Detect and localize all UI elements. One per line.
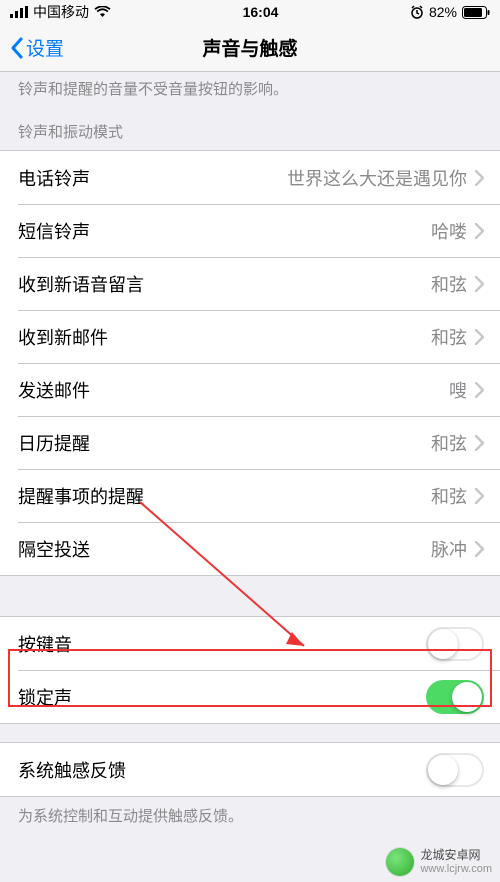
row-sent-mail[interactable]: 发送邮件 嗖 <box>0 363 500 416</box>
signal-icon <box>10 6 28 18</box>
page-title: 声音与触感 <box>0 34 500 61</box>
row-system-haptics: 系统触感反馈 <box>0 743 500 796</box>
watermark-logo <box>386 848 414 876</box>
row-label: 电话铃声 <box>18 165 90 191</box>
row-text-tone[interactable]: 短信铃声 哈喽 <box>0 204 500 257</box>
volume-note: 铃声和提醒的音量不受音量按钮的影响。 <box>0 72 500 113</box>
row-value: 脉冲 <box>431 536 467 562</box>
chevron-right-icon <box>475 541 484 557</box>
row-value: 嗖 <box>449 377 467 403</box>
carrier-label: 中国移动 <box>33 2 89 22</box>
sounds-group: 电话铃声 世界这么大还是遇见你 短信铃声 哈喽 收到新语音留言 和弦 收到新邮件… <box>0 150 500 576</box>
battery-icon <box>462 6 490 19</box>
row-label: 收到新语音留言 <box>18 271 144 297</box>
chevron-right-icon <box>475 170 484 186</box>
row-value: 和弦 <box>431 271 467 297</box>
keyboard-clicks-toggle[interactable] <box>426 627 484 661</box>
row-value: 和弦 <box>431 483 467 509</box>
row-voicemail[interactable]: 收到新语音留言 和弦 <box>0 257 500 310</box>
row-reminder[interactable]: 提醒事项的提醒 和弦 <box>0 469 500 522</box>
wifi-icon <box>94 6 111 18</box>
alarm-icon <box>410 5 424 19</box>
back-button[interactable]: 设置 <box>10 34 64 61</box>
row-airdrop[interactable]: 隔空投送 脉冲 <box>0 522 500 575</box>
back-label: 设置 <box>26 34 64 61</box>
chevron-right-icon <box>475 435 484 451</box>
row-keyboard-clicks: 按键音 <box>0 617 500 670</box>
row-value: 哈喽 <box>431 218 467 244</box>
section-header-ringer: 铃声和振动模式 <box>0 113 500 150</box>
row-label: 系统触感反馈 <box>18 757 126 783</box>
nav-bar: 设置 声音与触感 <box>0 24 500 72</box>
chevron-right-icon <box>475 276 484 292</box>
row-lock-sound: 锁定声 <box>0 670 500 723</box>
row-label: 提醒事项的提醒 <box>18 483 144 509</box>
row-label: 发送邮件 <box>18 377 90 403</box>
chevron-right-icon <box>475 382 484 398</box>
status-bar: 中国移动 16:04 82% <box>0 0 500 24</box>
lock-sound-toggle[interactable] <box>426 680 484 714</box>
row-value: 和弦 <box>431 324 467 350</box>
watermark: 龙城安卓网 www.lcjrw.com <box>386 848 492 876</box>
row-label: 短信铃声 <box>18 218 90 244</box>
row-calendar[interactable]: 日历提醒 和弦 <box>0 416 500 469</box>
haptics-note: 为系统控制和互动提供触感反馈。 <box>0 797 500 834</box>
row-label: 日历提醒 <box>18 430 90 456</box>
row-label: 锁定声 <box>18 684 72 710</box>
row-label: 收到新邮件 <box>18 324 108 350</box>
row-ringtone[interactable]: 电话铃声 世界这么大还是遇见你 <box>0 151 500 204</box>
chevron-right-icon <box>475 488 484 504</box>
system-haptics-toggle[interactable] <box>426 753 484 787</box>
row-value: 和弦 <box>431 430 467 456</box>
clock: 16:04 <box>243 4 279 20</box>
row-label: 按键音 <box>18 631 72 657</box>
chevron-right-icon <box>475 329 484 345</box>
chevron-left-icon <box>10 37 24 59</box>
chevron-right-icon <box>475 223 484 239</box>
battery-percent: 82% <box>429 4 457 20</box>
row-value: 世界这么大还是遇见你 <box>287 165 467 191</box>
haptics-group: 系统触感反馈 <box>0 742 500 797</box>
watermark-url: www.lcjrw.com <box>420 863 492 875</box>
clicks-group: 按键音 锁定声 <box>0 616 500 724</box>
row-label: 隔空投送 <box>18 536 90 562</box>
row-new-mail[interactable]: 收到新邮件 和弦 <box>0 310 500 363</box>
watermark-name: 龙城安卓网 <box>420 849 492 862</box>
